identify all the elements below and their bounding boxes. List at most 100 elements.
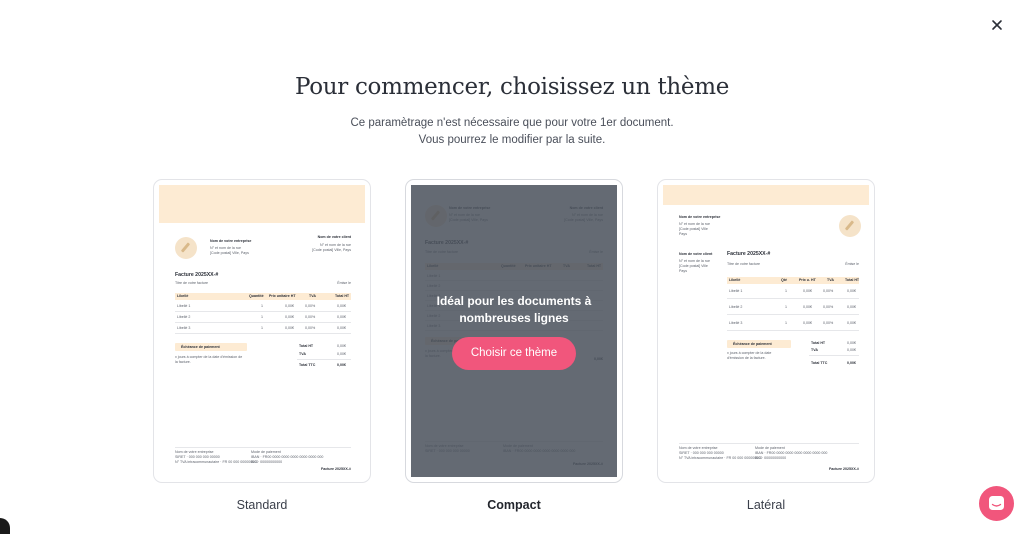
col-vat: TVA <box>309 294 316 298</box>
total-ttc: 0,00€ <box>847 361 856 365</box>
close-button[interactable] <box>986 14 1008 36</box>
total-ht: 0,00€ <box>337 344 346 348</box>
chat-bubble-icon <box>989 496 1004 510</box>
total-ttc-label: Total TTC <box>811 361 828 365</box>
invoice-preview-standard: Nom de votre entreprise N° et nom de la … <box>159 185 365 477</box>
row-total: 0,00€ <box>337 315 346 319</box>
due-label: Échéance de paiement <box>181 345 220 349</box>
theme-card-lateral[interactable]: Nom de votre entreprise N° et nom de la … <box>657 179 875 483</box>
invoice-title: Facture 2025XX-# <box>175 272 219 278</box>
invoice-title: Facture 2025XX-# <box>727 251 771 257</box>
row-total: 0,00€ <box>337 326 346 330</box>
hover-overlay: Idéal pour les documents à nombreuses li… <box>411 185 617 477</box>
row-vat: 0,00% <box>305 304 316 308</box>
row-unit: 0,00€ <box>803 289 812 293</box>
overlay-line-2: nombreuses lignes <box>459 311 569 325</box>
footer-text: Nom de votre entreprise <box>679 446 718 450</box>
theme-card-compact[interactable]: Nom de votre entreprise N° et nom de la … <box>405 179 623 483</box>
table-row: Libellé 3 <box>729 321 743 325</box>
company-address-1: N° et nom de la rue <box>210 246 242 250</box>
row-divider <box>175 333 351 334</box>
row-divider <box>727 314 859 315</box>
invoice-subtitle: Titre de votre facture <box>175 281 209 285</box>
client-name: Nom de votre client <box>317 235 351 239</box>
total-vat: 0,00€ <box>847 348 856 352</box>
overlay-line-1: Idéal pour les documents à <box>436 294 592 308</box>
col-total: Total HT <box>845 278 860 282</box>
row-divider <box>175 311 351 312</box>
theme-label-compact: Compact <box>487 498 541 512</box>
footer-text: N° TVA intracommunautaire · FR 00 000 00… <box>679 456 763 460</box>
chat-button[interactable] <box>979 486 1014 521</box>
row-vat: 0,00% <box>305 326 316 330</box>
row-total: 0,00€ <box>847 289 856 293</box>
col-qty: Qté <box>781 278 787 282</box>
table-header-bg <box>727 277 859 284</box>
logo-placeholder-icon <box>839 215 861 237</box>
total-vat-label: TVA <box>811 348 818 352</box>
row-vat: 0,00% <box>823 305 834 309</box>
footer-text: Nom de votre entreprise <box>175 450 214 454</box>
row-total: 0,00€ <box>847 305 856 309</box>
footer-text: IBAN · FR00 0000 0000 0000 0000 0000 000 <box>755 451 828 455</box>
row-qty: 1 <box>785 321 787 325</box>
subtitle-line-2: Vous pourrez le modifier par la suite. <box>418 134 606 146</box>
choose-theme-button[interactable]: Choisir ce thème <box>452 337 576 370</box>
row-vat: 0,00% <box>305 315 316 319</box>
due-label: Échéance de paiement <box>733 342 772 346</box>
row-total: 0,00€ <box>847 321 856 325</box>
row-unit: 0,00€ <box>285 304 294 308</box>
due-text-1: x jours à compter de la date <box>727 351 772 355</box>
footer-text: BIC · 00000000000 <box>251 460 283 464</box>
footer-text: Mode de paiement <box>755 446 785 450</box>
company-address-3: Pays <box>679 232 687 236</box>
col-unit: Prix u. HT <box>799 278 816 282</box>
client-address-1: N° et nom de la rue <box>679 259 711 263</box>
footer-ref: Facture 2025XX-# <box>321 467 351 471</box>
client-address-3: Pays <box>679 269 687 273</box>
col-total: Total HT <box>335 294 350 298</box>
table-row: Libellé 2 <box>177 315 191 319</box>
theme-label-standard: Standard <box>236 498 288 512</box>
total-divider <box>809 355 859 356</box>
logo-placeholder-icon <box>175 237 197 259</box>
row-divider <box>175 322 351 323</box>
row-divider <box>727 330 859 331</box>
row-qty: 1 <box>261 315 263 319</box>
total-ht: 0,00€ <box>847 341 856 345</box>
total-ht-label: Total HT <box>811 341 826 345</box>
theme-label-lateral: Latéral <box>746 498 786 512</box>
row-unit: 0,00€ <box>803 321 812 325</box>
total-vat-label: TVA <box>299 352 306 356</box>
theme-card-standard[interactable]: Nom de votre entreprise N° et nom de la … <box>153 179 371 483</box>
footer-text: Mode de paiement <box>251 450 281 454</box>
client-address-2: [Code postal] Ville <box>679 264 708 268</box>
invoice-preview-lateral: Nom de votre entreprise N° et nom de la … <box>663 185 869 477</box>
total-divider <box>297 359 351 360</box>
row-divider <box>727 298 859 299</box>
page-subtitle: Ce paramètrage n'est nécessaire que pour… <box>0 115 1024 149</box>
total-ttc-label: Total TTC <box>299 363 316 367</box>
company-name: Nom de votre entreprise <box>210 239 252 243</box>
footer-divider <box>679 443 859 444</box>
invoice-preview-compact: Nom de votre entreprise N° et nom de la … <box>411 185 617 477</box>
footer-text: IBAN · FR00 0000 0000 0000 0000 0000 000 <box>251 455 324 459</box>
client-name: Nom de votre client <box>679 252 713 256</box>
col-vat: TVA <box>827 278 834 282</box>
footer-text: BIC · 00000000000 <box>755 456 787 460</box>
total-ttc: 0,00€ <box>337 363 346 367</box>
total-vat: 0,00€ <box>337 352 346 356</box>
footer-text: SIRET · 000 000 000 00000 <box>175 455 220 459</box>
footer-text: N° TVA intracommunautaire · FR 00 000 00… <box>175 460 259 464</box>
footer-text: SIRET · 000 000 000 00000 <box>679 451 724 455</box>
page-title: Pour commencer, choisissez un thème <box>294 74 730 100</box>
issue-date-label: Émise le <box>337 281 351 285</box>
company-address-2: [Code postal] Ville <box>679 227 708 231</box>
due-text-1: x jours à compter de la date d'émission … <box>175 355 243 359</box>
overlay-description: Idéal pour les documents à nombreuses li… <box>411 293 617 327</box>
row-qty: 1 <box>261 304 263 308</box>
company-address-1: N° et nom de la rue <box>679 222 711 226</box>
row-qty: 1 <box>261 326 263 330</box>
due-text-2: d'émission de la facture. <box>727 356 766 360</box>
col-unit: Prix unitaire HT <box>269 294 296 298</box>
